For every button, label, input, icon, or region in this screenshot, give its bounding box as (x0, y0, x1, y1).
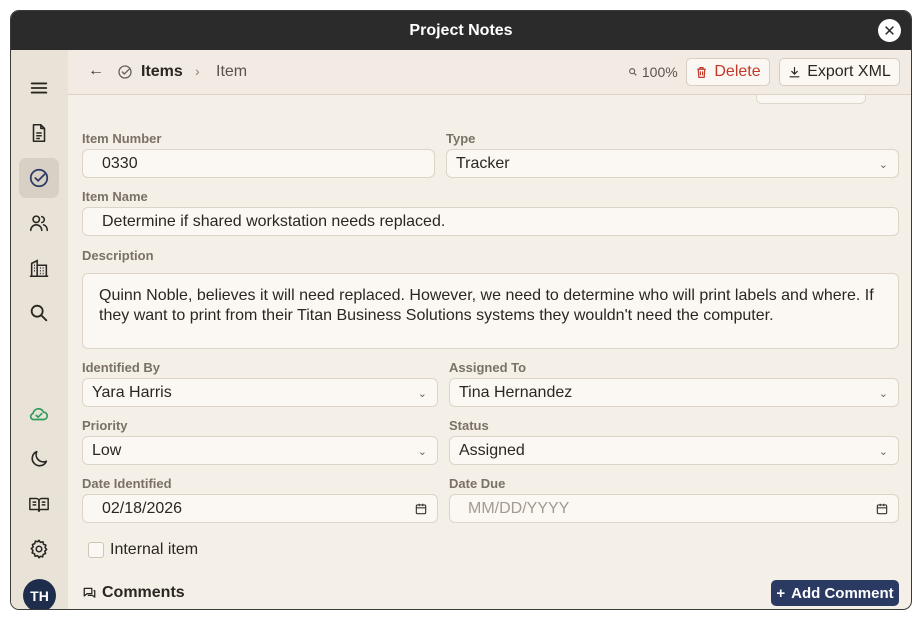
type-value: Tracker (456, 154, 510, 172)
identified-by-select[interactable]: Yara Harris ⌄ (82, 378, 438, 407)
priority-label: Priority (82, 418, 128, 433)
export-label: Export XML (807, 63, 891, 80)
type-select[interactable]: Tracker ⌄ (446, 149, 899, 178)
date-due-label: Date Due (449, 476, 506, 491)
zoom-level: 100% (641, 64, 678, 80)
app-window: Project Notes ✕ TH ← Items › Item 100% D… (10, 10, 912, 610)
partial-element (756, 95, 866, 104)
priority-select[interactable]: Low ⌄ (82, 436, 438, 465)
zoom-control[interactable]: 100% (628, 64, 678, 80)
sidebar-item-search[interactable] (19, 293, 59, 333)
date-due-input[interactable]: MM/DD/YYYY (449, 494, 899, 523)
close-button[interactable]: ✕ (878, 19, 901, 42)
item-name-label: Item Name (82, 189, 148, 204)
status-value: Assigned (459, 441, 525, 459)
book-open-icon (29, 497, 49, 513)
status-select[interactable]: Assigned ⌄ (449, 436, 899, 465)
check-circle-icon (29, 168, 49, 188)
back-button[interactable]: ← (88, 62, 104, 80)
sidebar-item-organizations[interactable] (19, 248, 59, 288)
comments-heading: Comments (102, 584, 185, 601)
date-due-placeholder: MM/DD/YYYY (468, 499, 570, 517)
zoom-icon (629, 68, 637, 76)
sidebar-item-items[interactable] (19, 158, 59, 198)
download-icon (789, 66, 800, 77)
breadcrumb-current: Item (216, 63, 248, 80)
main-content: ← Items › Item 100% Delete Export XML It… (68, 50, 911, 609)
item-number-label: Item Number (82, 131, 162, 146)
date-identified-value: 02/18/2026 (102, 499, 183, 517)
calendar-icon[interactable] (414, 502, 428, 516)
add-comment-label: Add Comment (791, 584, 894, 602)
chevron-down-icon: ⌄ (878, 446, 888, 458)
sidebar-item-menu[interactable] (19, 68, 59, 108)
users-icon (29, 215, 49, 232)
search-icon (30, 304, 48, 322)
check-circle-icon (118, 65, 132, 79)
date-identified-label: Date Identified (82, 476, 172, 491)
item-number-input[interactable]: 0330 (82, 149, 435, 178)
assigned-to-select[interactable]: Tina Hernandez ⌄ (449, 378, 899, 407)
identified-by-label: Identified By (82, 360, 161, 375)
add-comment-button[interactable]: + Add Comment (771, 580, 899, 606)
sidebar-item-sync[interactable] (19, 394, 59, 434)
sidebar-item-settings[interactable] (19, 529, 59, 569)
date-identified-input[interactable]: 02/18/2026 (82, 494, 438, 523)
sidebar: TH (11, 50, 68, 609)
document-icon (32, 123, 46, 143)
chevron-down-icon: ⌄ (417, 446, 427, 458)
moon-icon (31, 450, 48, 467)
sidebar-item-documents[interactable] (19, 113, 59, 153)
item-name-input[interactable]: Determine if shared workstation needs re… (82, 207, 899, 236)
close-icon: ✕ (883, 22, 896, 40)
cloud-check-icon (29, 407, 49, 421)
plus-icon: + (776, 584, 786, 602)
sidebar-item-people[interactable] (19, 203, 59, 243)
description-textarea[interactable]: Quinn Noble, believes it will need repla… (82, 273, 899, 349)
building-icon (29, 259, 49, 278)
toolbar: ← Items › Item 100% Delete Export XML (68, 50, 911, 95)
type-label: Type (446, 131, 476, 146)
internal-item-label[interactable]: Internal item (110, 541, 198, 559)
delete-button[interactable]: Delete (686, 58, 770, 86)
chevron-down-icon: ⌄ (878, 388, 888, 400)
sidebar-item-help[interactable] (19, 484, 59, 524)
breadcrumb-items[interactable]: Items (141, 63, 183, 81)
chevron-down-icon: ⌄ (417, 388, 427, 400)
comments-icon (83, 587, 96, 598)
priority-value: Low (92, 441, 122, 459)
item-name-value: Determine if shared workstation needs re… (102, 212, 446, 230)
assigned-to-label: Assigned To (449, 360, 527, 375)
title-bar: Project Notes ✕ (11, 11, 911, 50)
internal-item-checkbox[interactable] (88, 542, 104, 558)
identified-by-value: Yara Harris (92, 383, 172, 401)
delete-label: Delete (714, 63, 761, 80)
breadcrumb-separator: › (195, 63, 200, 79)
assigned-to-value: Tina Hernandez (459, 383, 573, 401)
calendar-icon[interactable] (875, 502, 889, 516)
status-label: Status (449, 418, 489, 433)
avatar[interactable]: TH (23, 579, 56, 609)
menu-icon (30, 82, 48, 94)
trash-icon (697, 66, 707, 78)
window-title: Project Notes (409, 21, 513, 39)
gear-icon (30, 539, 48, 559)
export-xml-button[interactable]: Export XML (779, 58, 900, 86)
sidebar-item-dark-mode[interactable] (19, 439, 59, 479)
description-label: Description (82, 248, 154, 263)
chevron-down-icon: ⌄ (878, 159, 888, 171)
item-number-value: 0330 (102, 154, 138, 172)
